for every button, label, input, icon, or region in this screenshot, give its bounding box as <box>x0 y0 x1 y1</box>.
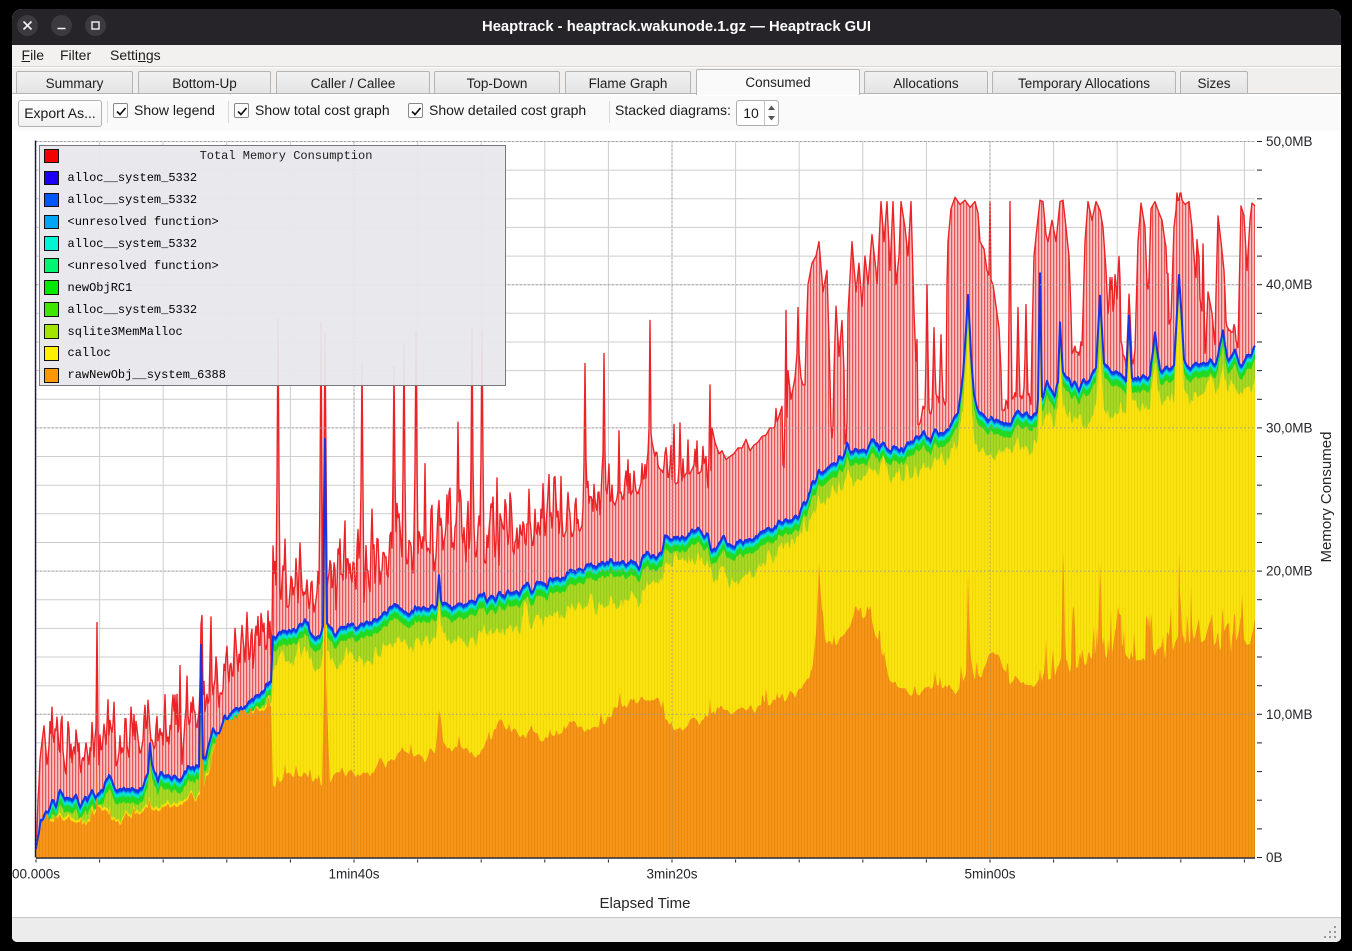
svg-text:10,0MB: 10,0MB <box>1266 707 1313 722</box>
svg-text:00.000s: 00.000s <box>12 867 60 882</box>
svg-text:20,0MB: 20,0MB <box>1266 564 1313 579</box>
svg-text:5min00s: 5min00s <box>964 867 1015 882</box>
svg-text:1min40s: 1min40s <box>328 867 379 882</box>
svg-text:Elapsed Time: Elapsed Time <box>600 895 691 912</box>
svg-text:Memory Consumed: Memory Consumed <box>1318 432 1335 563</box>
svg-text:30,0MB: 30,0MB <box>1266 420 1313 435</box>
svg-text:3min20s: 3min20s <box>646 867 697 882</box>
svg-text:0B: 0B <box>1266 850 1283 865</box>
svg-text:50,0MB: 50,0MB <box>1266 134 1313 149</box>
svg-text:40,0MB: 40,0MB <box>1266 277 1313 292</box>
